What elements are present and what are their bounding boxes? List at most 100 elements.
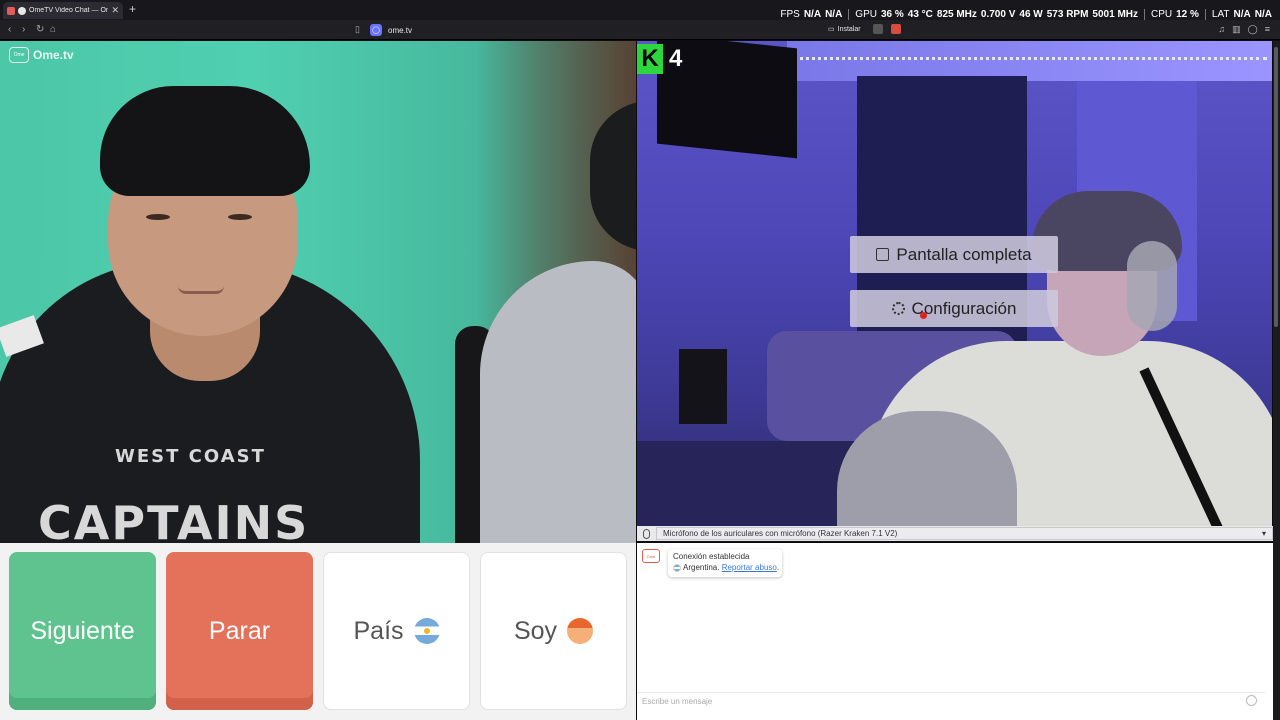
fullscreen-icon (876, 248, 890, 261)
fullscreen-button[interactable]: Pantalla completa (850, 236, 1058, 273)
settings-label: Configuración (911, 298, 1017, 318)
back-icon[interactable]: ‹ (8, 24, 11, 36)
ometv-logo-text: Ome.tv (33, 48, 74, 62)
chevron-down-icon: ▾ (1261, 529, 1266, 538)
connection-status: Conexión establecida (673, 552, 750, 561)
divider (1204, 9, 1206, 20)
message-input-placeholder: Escribe un mensaje (642, 697, 713, 706)
divider (848, 9, 850, 20)
local-video[interactable] (637, 41, 1272, 526)
install-label: Instalar (837, 25, 861, 33)
youtube-icon (7, 6, 15, 15)
headphones (1127, 241, 1177, 331)
kick-logo-icon: K (637, 44, 663, 74)
second-person-body (480, 261, 636, 543)
stop-label: Parar (208, 616, 271, 645)
shirt-print-top: WEST COAST (115, 446, 266, 467)
stop-button[interactable]: Parar (166, 552, 313, 710)
country-label: País (353, 616, 404, 645)
eye (146, 214, 170, 220)
gpu-usage: 36 % (880, 9, 904, 20)
report-suffix: . (776, 563, 780, 572)
settings-button[interactable]: Configuración (850, 290, 1058, 327)
gpu-power: 46 W (1019, 9, 1043, 20)
cpu-usage: 12 % (1176, 9, 1199, 20)
music-icon[interactable]: ♫ (1218, 24, 1225, 35)
fps-value: N/A (825, 9, 843, 20)
gpu-readout: GPU 36 % 43 °C 825 MHz 0.700 V 46 W 573 … (855, 9, 1138, 20)
ometv-logo: Ome Ome.tv (9, 47, 74, 63)
channel-logo: K 4 (637, 44, 682, 74)
message-input[interactable]: Escribe un mensaje (637, 692, 1265, 710)
toolbar-right: ♫ ▥ ◯ ≡ (1218, 24, 1270, 35)
next-button[interactable]: Siguiente (9, 552, 156, 710)
chat-ometv-icon: Ome (642, 549, 660, 563)
profile-icon[interactable]: ◯ (1248, 24, 1258, 35)
remote-video[interactable]: WEST COAST CAPTAINS (0, 41, 636, 543)
divider (1144, 9, 1145, 20)
cpu-readout: CPU 12 % (1151, 9, 1199, 20)
report-abuse-link[interactable]: Reportar abuso (722, 563, 777, 572)
argentina-flag-icon (673, 563, 681, 572)
brave-shield-icon[interactable] (891, 24, 901, 34)
microphone-select[interactable]: Micrófono de los auriculares con micrófo… (656, 527, 1273, 540)
stranger-country: Argentina. (683, 563, 720, 572)
sidebar-icon[interactable]: ▥ (1232, 24, 1241, 35)
gpu-voltage: 0.700 V (980, 9, 1016, 20)
site-icon: ◯ (370, 24, 382, 36)
record-icon (18, 6, 26, 15)
next-label: Siguiente (30, 616, 135, 645)
close-tab-icon[interactable]: ✕ (111, 5, 119, 16)
home-icon[interactable]: ⌂ (50, 24, 56, 36)
boy-face-icon (567, 618, 594, 644)
forward-icon[interactable]: › (22, 24, 25, 36)
address-bar: ‹ › ↻ ⌂ ▯ ◯ ome.tv ▭ Instalar ♫ ▥ ◯ ≡ (0, 20, 1280, 40)
cursor-indicator (920, 312, 927, 319)
eye (228, 214, 252, 220)
bookmark-icon[interactable]: ▯ (355, 24, 360, 35)
microphone-bar: Micrófono de los auriculares con micrófo… (637, 526, 1273, 541)
box (679, 349, 727, 424)
gpu-label: GPU (855, 9, 877, 20)
performance-overlay: FPS N/A N/A GPU 36 % 43 °C 825 MHz 0.700… (780, 9, 1272, 20)
lat-readout: LAT N/A N/A (1212, 9, 1272, 20)
argentina-flag-icon (413, 618, 440, 644)
microphone-icon (643, 528, 650, 539)
install-button[interactable]: ▭ Instalar (828, 25, 861, 34)
gpu-fan: 573 RPM (1046, 9, 1089, 20)
fullscreen-label: Pantalla completa (896, 244, 1032, 264)
gpu-temp: 43 °C (907, 9, 933, 20)
tab-bar: OmeTV Video Chat — Omeg ✕ + FPS N/A N/A … (0, 0, 1280, 20)
fps-readout: FPS N/A N/A (780, 9, 842, 20)
hair (100, 86, 310, 196)
emoji-icon[interactable] (1246, 695, 1257, 706)
extension-icon[interactable] (873, 24, 883, 34)
menu-icon[interactable]: ≡ (1265, 24, 1270, 35)
gender-button[interactable]: Soy (480, 552, 627, 710)
extensions (873, 24, 901, 34)
fps-label: FPS (780, 9, 800, 20)
country-button[interactable]: País (323, 552, 470, 710)
fps-value: N/A (803, 9, 822, 20)
tab-title: OmeTV Video Chat — Omeg (29, 7, 108, 14)
reload-icon[interactable]: ↻ (36, 24, 44, 36)
mouth (178, 286, 224, 294)
channel-number: 4 (669, 45, 683, 72)
lat-value: N/A (1233, 9, 1251, 20)
shirt-print-bottom: CAPTAINS (38, 496, 310, 543)
scrollbar-thumb[interactable] (1274, 47, 1278, 327)
led-lights (787, 57, 1267, 63)
message-country-line: Argentina. Reportar abuso. (673, 562, 780, 573)
monitor-icon: ▭ (828, 26, 835, 33)
gender-label: Soy (513, 616, 558, 645)
new-tab-button[interactable]: + (129, 2, 136, 17)
lat-label: LAT (1211, 9, 1230, 20)
gpu-clock: 825 MHz (936, 9, 977, 20)
cpu-label: CPU (1151, 9, 1173, 20)
ometv-logo-icon: Ome (9, 47, 29, 63)
tab-ometv[interactable]: OmeTV Video Chat — Omeg ✕ (3, 2, 123, 19)
microphone-select-value: Micrófono de los auriculares con micrófo… (663, 529, 898, 538)
url-field[interactable]: ◯ ome.tv (370, 23, 412, 37)
gpu-mem-clock: 5001 MHz (1092, 9, 1138, 20)
url-text: ome.tv (388, 25, 413, 35)
